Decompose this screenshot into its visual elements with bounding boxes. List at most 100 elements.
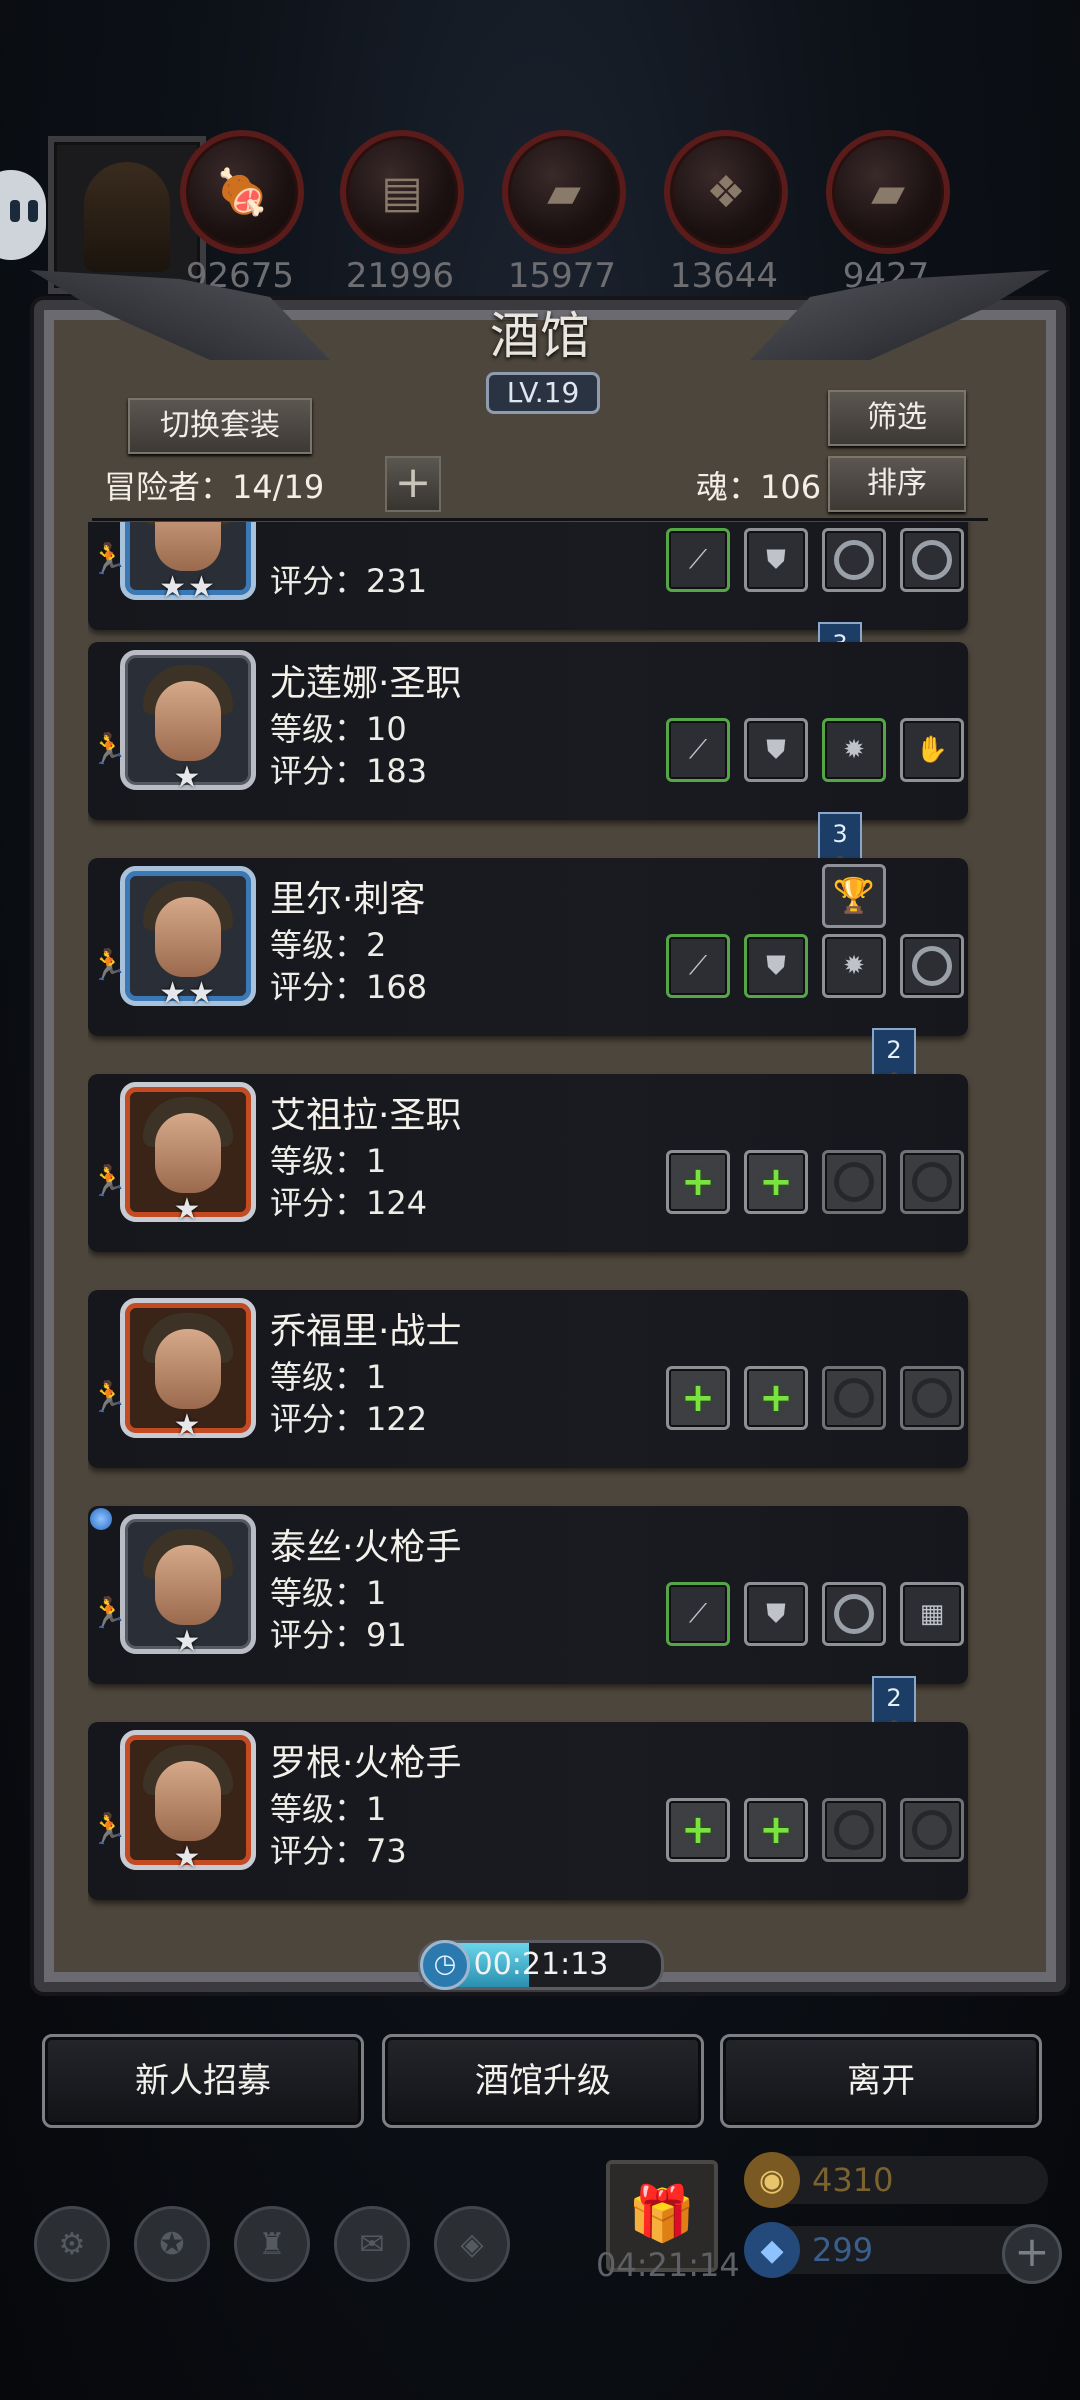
star-rating: ★ bbox=[173, 1408, 203, 1443]
equip-slot-weapon[interactable]: ⟋ bbox=[666, 718, 730, 782]
trophy-icon[interactable]: 🏆 bbox=[822, 864, 886, 928]
iron-ingot-icon: ▰ bbox=[502, 130, 626, 254]
equip-slot-armor[interactable]: ⛊ bbox=[744, 934, 808, 998]
hero-card[interactable]: ★ 🏃 艾祖拉·圣职 等级：1 评分：124 + + bbox=[88, 1074, 968, 1252]
equip-slot-ring[interactable] bbox=[900, 934, 964, 998]
hero-card[interactable]: ★ 🏃 罗根·火枪手 等级：1 评分：73 + + bbox=[88, 1722, 968, 1900]
soul-count: 魂：106 bbox=[696, 468, 822, 506]
star-rating: ★ bbox=[173, 1840, 203, 1875]
running-figure-icon: 🏃 bbox=[90, 1812, 128, 1847]
hero-card[interactable]: ★★ 🏃 评分：231 ⟋ ⛊ bbox=[88, 522, 968, 630]
header-divider bbox=[92, 518, 988, 521]
hero-name: 艾祖拉·圣职 bbox=[270, 1095, 462, 1136]
add-capacity-button[interactable]: + bbox=[385, 456, 441, 512]
hero-level: 等级：10 bbox=[270, 710, 407, 748]
equip-slot-empty[interactable] bbox=[900, 1366, 964, 1430]
equip-slot-add[interactable]: + bbox=[744, 1366, 808, 1430]
hero-face bbox=[155, 1761, 221, 1841]
star-rating: ★ bbox=[173, 1192, 203, 1227]
switch-outfit-button[interactable]: 切换套装 bbox=[128, 398, 312, 454]
sort-button[interactable]: 排序 bbox=[828, 456, 966, 512]
equip-slot-chest[interactable]: ▦ bbox=[900, 1582, 964, 1646]
star-badge-icon[interactable]: ✪ bbox=[134, 2206, 210, 2282]
tavern-level-badge: LV.19 bbox=[486, 372, 600, 414]
equip-slot-weapon[interactable]: ⟋ bbox=[666, 1582, 730, 1646]
hero-level: 等级：2 bbox=[270, 926, 387, 964]
resource-item[interactable]: 🍖 92675 bbox=[180, 130, 304, 296]
chest-icon: ▦ bbox=[919, 1599, 945, 1629]
clock-icon: ◷ bbox=[420, 1940, 470, 1990]
add-equipment-icon: + bbox=[681, 1807, 715, 1853]
add-equipment-icon: + bbox=[759, 1375, 793, 1421]
crystal-icon: ❖ bbox=[664, 130, 788, 254]
equip-slot-weapon[interactable]: ⟋ bbox=[666, 934, 730, 998]
resource-value: 13644 bbox=[669, 256, 779, 296]
equip-slot-empty[interactable] bbox=[900, 1798, 964, 1862]
equip-slot-gauntlet[interactable]: ✋ bbox=[900, 718, 964, 782]
hero-name: 乔福里·战士 bbox=[270, 1311, 462, 1352]
ring-icon bbox=[834, 1594, 874, 1634]
armor-icon: ⛊ bbox=[766, 1598, 786, 1629]
equip-slot-empty[interactable] bbox=[900, 1150, 964, 1214]
hero-face bbox=[155, 522, 221, 571]
equip-slot-add[interactable]: + bbox=[666, 1366, 730, 1430]
add-currency-button[interactable]: + bbox=[1002, 2224, 1062, 2284]
equip-slot-add[interactable]: + bbox=[666, 1798, 730, 1862]
equip-slot-empty[interactable] bbox=[822, 1798, 886, 1862]
hero-card[interactable]: ★ 🏃 乔福里·战士 等级：1 评分：122 + + bbox=[88, 1290, 968, 1468]
hero-level: 等级：1 bbox=[270, 1790, 387, 1828]
resource-bar: 🍖 92675 ▤ 21996 ▰ 15977 ❖ 13644 ▰ 9427 bbox=[0, 130, 1080, 300]
amulet-icon: ✹ bbox=[843, 951, 865, 981]
equip-slot-weapon[interactable]: ⟋ bbox=[666, 528, 730, 592]
ring-icon bbox=[912, 946, 952, 986]
hero-card[interactable]: ★ 🏃 泰丝·火枪手 等级：1 评分：91 ⟋ ⛊ ▦ bbox=[88, 1506, 968, 1684]
upgrade-tavern-button[interactable]: 酒馆升级 bbox=[382, 2034, 704, 2128]
weapon-icon: ⟋ bbox=[688, 544, 708, 575]
equip-slot-add[interactable]: + bbox=[744, 1150, 808, 1214]
equip-slot-ring[interactable] bbox=[822, 528, 886, 592]
mail-icon[interactable]: ✉ bbox=[334, 2206, 410, 2282]
hero-name: 里尔·刺客 bbox=[270, 879, 426, 920]
equip-slot-empty[interactable] bbox=[822, 1150, 886, 1214]
ring-icon bbox=[912, 1162, 952, 1202]
add-equipment-icon: + bbox=[681, 1159, 715, 1205]
hero-score: 评分：122 bbox=[270, 1400, 428, 1438]
hero-face bbox=[155, 1545, 221, 1625]
bag-icon[interactable]: ◈ bbox=[434, 2206, 510, 2282]
resource-item[interactable]: ▰ 9427 bbox=[826, 130, 950, 296]
recruit-button[interactable]: 新人招募 bbox=[42, 2034, 364, 2128]
running-figure-icon: 🏃 bbox=[90, 1380, 128, 1415]
running-figure-icon: 🏃 bbox=[90, 1596, 128, 1631]
equip-slot-armor[interactable]: ⛊ bbox=[744, 1582, 808, 1646]
equip-slot-empty[interactable] bbox=[822, 1366, 886, 1430]
ring-icon bbox=[834, 1378, 874, 1418]
filter-button[interactable]: 筛选 bbox=[828, 390, 966, 446]
fortress-icon[interactable]: ♜ bbox=[234, 2206, 310, 2282]
hero-score: 评分：124 bbox=[270, 1184, 428, 1222]
leave-button[interactable]: 离开 bbox=[720, 2034, 1042, 2128]
hero-level: 等级：1 bbox=[270, 1574, 387, 1612]
equip-slot-armor[interactable]: ⛊ bbox=[744, 718, 808, 782]
hero-face bbox=[155, 1113, 221, 1193]
ring-icon bbox=[834, 1162, 874, 1202]
equip-slot-ring[interactable] bbox=[822, 1582, 886, 1646]
hero-card[interactable]: ★ 🏃 尤莲娜·圣职 等级：10 评分：183 ⟋ ⛊ ✹ ✋ bbox=[88, 642, 968, 820]
equip-slot-add[interactable]: + bbox=[666, 1150, 730, 1214]
equip-slot-amulet[interactable]: ✹ bbox=[822, 718, 886, 782]
equip-slot-add[interactable]: + bbox=[744, 1798, 808, 1862]
running-figure-icon: 🏃 bbox=[90, 542, 128, 577]
hero-level: 等级：1 bbox=[270, 1358, 387, 1396]
armor-icon: ⛊ bbox=[766, 734, 786, 765]
equip-slot-ring[interactable] bbox=[900, 528, 964, 592]
resource-item[interactable]: ❖ 13644 bbox=[664, 130, 788, 296]
gauntlet-icon: ✋ bbox=[915, 735, 949, 765]
resource-item[interactable]: ▤ 21996 bbox=[340, 130, 464, 296]
resource-item[interactable]: ▰ 15977 bbox=[502, 130, 626, 296]
hero-list[interactable]: ★★🏃评分：231⟋⛊3★🏃尤莲娜·圣职等级：10评分：183⟋⛊✹✋3★★🏃里… bbox=[88, 522, 998, 1920]
equip-slot-amulet[interactable]: ✹ bbox=[822, 934, 886, 998]
equip-slot-armor[interactable]: ⛊ bbox=[744, 528, 808, 592]
hero-score: 评分：73 bbox=[270, 1832, 407, 1870]
running-figure-icon: 🏃 bbox=[90, 948, 128, 983]
settings-icon[interactable]: ⚙ bbox=[34, 2206, 110, 2282]
steel-ingot-icon: ▰ bbox=[826, 130, 950, 254]
